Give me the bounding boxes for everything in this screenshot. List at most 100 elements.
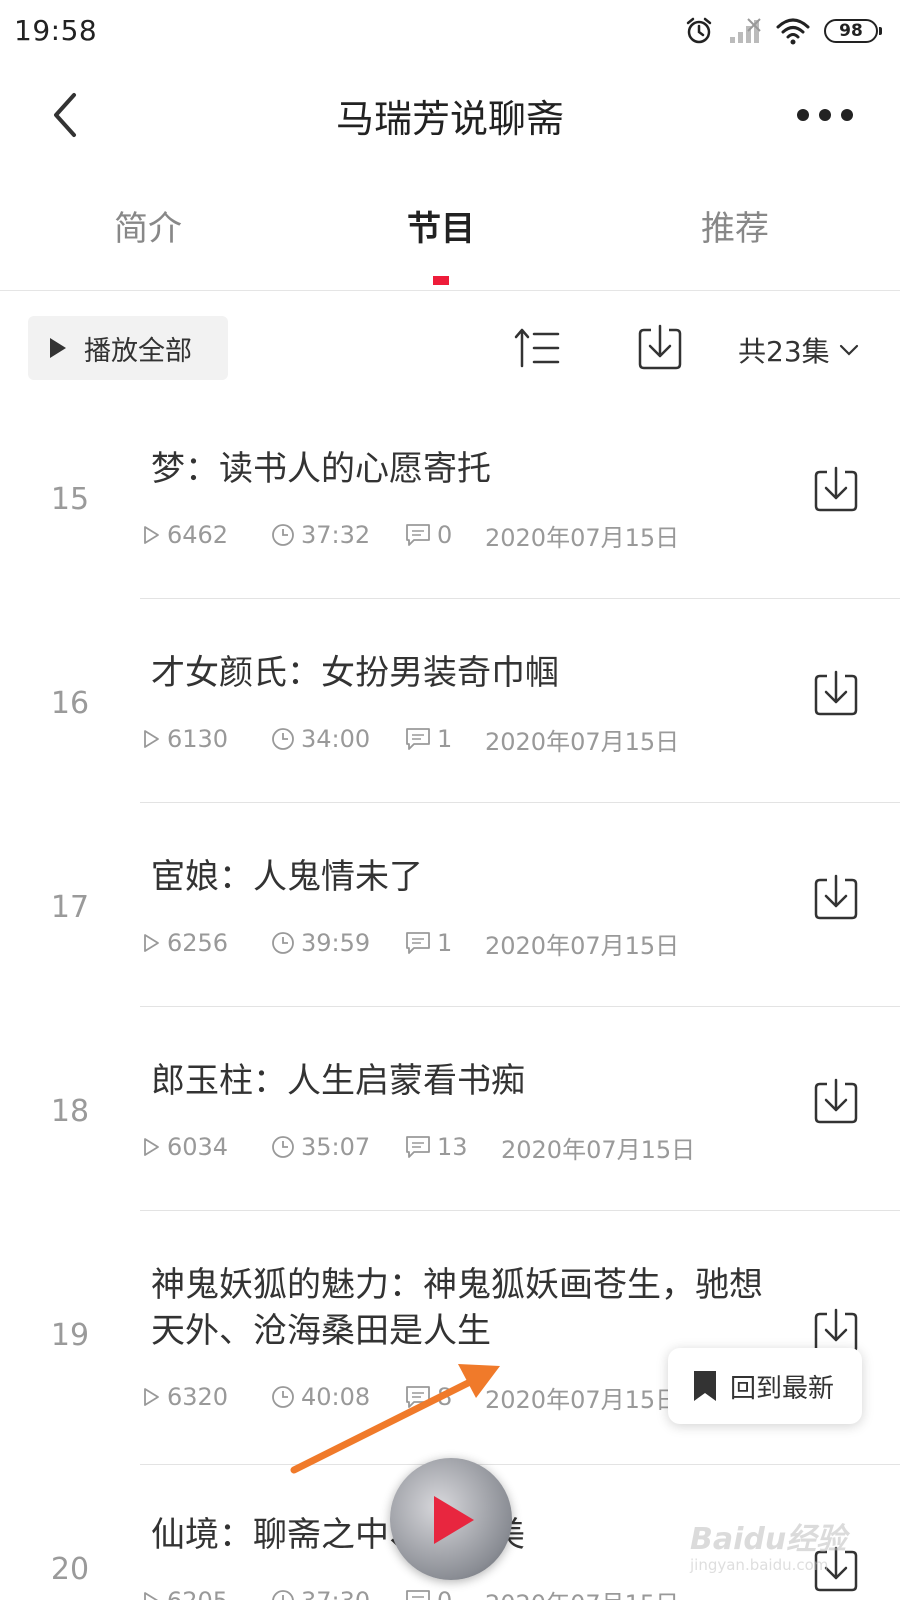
divider: [140, 1464, 900, 1465]
status-bar: 19:58 98: [0, 0, 900, 62]
download-icon: [814, 670, 858, 716]
episode-count-label: 共23集: [738, 335, 830, 368]
wifi-icon: [776, 18, 810, 45]
comment-count: 13: [437, 1133, 468, 1161]
episode-title: 梦：读书人的心愿寄托: [151, 449, 491, 489]
alarm-icon: [686, 17, 712, 44]
publish-date: 2020年07月15日: [485, 523, 680, 552]
episode-number: 18: [50, 1094, 90, 1129]
battery-indicator: 98: [824, 19, 882, 43]
duration: 37:32: [301, 521, 371, 549]
sort-button[interactable]: [512, 322, 564, 374]
clock-icon: [272, 932, 294, 954]
play-icon: [434, 1496, 474, 1544]
download-icon: [814, 1078, 858, 1124]
publish-date: 2020年07月15日: [485, 727, 680, 756]
download-button[interactable]: [810, 872, 862, 924]
duration: 35:07: [301, 1133, 371, 1161]
episode-meta: 6320 40:08 8 2020年07月15日: [141, 1380, 679, 1414]
episode-count-selector[interactable]: 共23集: [738, 330, 860, 370]
back-to-latest-button[interactable]: 回到最新: [668, 1348, 862, 1424]
more-dots-icon: [797, 109, 853, 121]
episode-number: 20: [50, 1552, 90, 1587]
play-all-button[interactable]: 播放全部: [28, 316, 228, 380]
tab-recommend[interactable]: 推荐: [645, 201, 825, 250]
divider: [140, 1210, 900, 1211]
app-header: 马瑞芳说聊斋: [0, 70, 900, 162]
publish-date: 2020年07月15日: [501, 1135, 696, 1164]
duration: 39:59: [301, 929, 371, 957]
play-count-icon: [144, 934, 159, 952]
clock-icon: [272, 728, 294, 750]
comment-icon: [406, 1136, 430, 1158]
play-count-icon: [144, 1388, 159, 1406]
comment-icon: [406, 728, 430, 750]
signal-icon: [730, 18, 761, 43]
divider: [140, 598, 900, 599]
episode-number: 16: [50, 686, 90, 721]
comment-count: 1: [437, 725, 453, 753]
episode-title: 神鬼妖狐的魅力：神鬼狐妖画苍生，驰想天外、沧海桑田是人生: [151, 1265, 763, 1351]
clock-icon: [272, 1136, 294, 1158]
back-to-latest-label: 回到最新: [730, 1373, 835, 1404]
tab-programs[interactable]: 节目: [351, 201, 531, 250]
play-count: 6130: [167, 725, 229, 753]
download-button[interactable]: [810, 1076, 862, 1128]
sort-icon: [514, 328, 560, 368]
episode-meta: 6256 39:59 1 2020年07月15日: [141, 926, 679, 960]
episode-meta: 6462 37:32 0 2020年07月15日: [141, 518, 679, 552]
comment-icon: [406, 1386, 430, 1408]
play-all-label: 播放全部: [84, 335, 192, 367]
download-icon: [638, 324, 682, 370]
comment-icon: [406, 932, 430, 954]
duration: 34:00: [301, 725, 371, 753]
bookmark-icon: [694, 1371, 716, 1401]
tab-bar: 简介 节目 推荐: [0, 185, 900, 285]
divider: [0, 290, 900, 291]
play-count-icon: [144, 730, 159, 748]
active-tab-indicator: [433, 276, 449, 285]
episode-title: 宦娘：人鬼情未了: [151, 857, 423, 897]
clock-icon: [272, 1590, 294, 1600]
tab-intro[interactable]: 简介: [58, 201, 238, 250]
battery-level: 98: [839, 20, 863, 41]
clock-icon: [272, 524, 294, 546]
download-button[interactable]: [810, 464, 862, 516]
play-count-icon: [144, 1138, 159, 1156]
episode-number: 19: [50, 1318, 90, 1353]
publish-date: 2020年07月15日: [485, 1385, 680, 1414]
play-count-icon: [144, 1592, 159, 1600]
comment-count: 1: [437, 929, 453, 957]
play-count: 6034: [167, 1133, 229, 1161]
divider: [140, 802, 900, 803]
download-all-button[interactable]: [634, 322, 686, 374]
comment-icon: [406, 1590, 430, 1600]
watermark-logo: Baidu经验 jingyan.baidu.com: [690, 1510, 890, 1580]
mini-player-disc[interactable]: [390, 1458, 512, 1580]
play-count: 6256: [167, 929, 229, 957]
comment-count: 0: [437, 1587, 452, 1600]
download-button[interactable]: [810, 668, 862, 720]
comment-icon: [406, 524, 430, 546]
duration: 40:08: [301, 1383, 371, 1411]
chevron-down-icon: [839, 344, 858, 356]
download-icon: [814, 874, 858, 920]
comment-count: 0: [437, 521, 453, 549]
status-icons: 98: [684, 14, 882, 48]
play-count: 6320: [167, 1383, 229, 1411]
more-button[interactable]: [780, 80, 870, 150]
episode-title: 才女颜氏：女扮男装奇巾帼: [151, 653, 559, 693]
page-title: 马瑞芳说聊斋: [335, 97, 564, 141]
divider: [140, 1006, 900, 1007]
play-count: 6462: [167, 521, 229, 549]
episode-meta: 6130 34:00 1 2020年07月15日: [141, 722, 679, 756]
duration: 37:30: [301, 1587, 370, 1600]
episode-meta: 6205 37:30 0 2020年07月15日: [141, 1584, 679, 1600]
episode-number: 17: [50, 890, 90, 925]
episode-meta: 6034 35:07 13 2020年07月15日: [141, 1130, 695, 1164]
play-count-icon: [144, 526, 159, 544]
play-icon: [50, 338, 66, 358]
comment-count: 8: [437, 1383, 453, 1411]
clock-icon: [272, 1386, 294, 1408]
publish-date: 2020年07月15日: [485, 931, 680, 960]
